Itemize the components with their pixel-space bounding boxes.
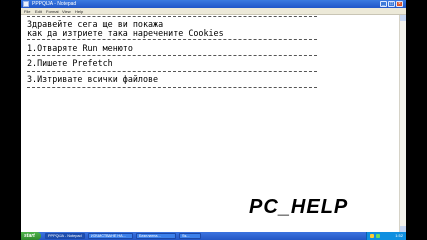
title-bar[interactable]: PPPQIJA - Notepad _ □ ×: [21, 0, 406, 8]
menu-edit[interactable]: Edit: [35, 8, 42, 15]
menu-file[interactable]: File: [24, 8, 30, 15]
scroll-up-arrow-icon[interactable]: [400, 15, 406, 21]
minimize-button[interactable]: _: [380, 1, 387, 7]
menu-view[interactable]: View: [62, 8, 71, 15]
notepad-app-icon: [23, 1, 29, 7]
separator-line: [27, 55, 317, 56]
system-tray: 1:52: [366, 232, 406, 240]
text-line-4: 2.Пишете Prefetch: [27, 58, 113, 68]
separator-line: [27, 71, 317, 72]
notepad-window: PPPQIJA - Notepad _ □ × File Edit Format…: [21, 0, 406, 232]
taskbar: start PPPQIJA - Notepad ИЗЧИСТВАНЕ НА...…: [21, 232, 406, 240]
taskbar-button-browser[interactable]: ИЗЧИСТВАНЕ НА...: [88, 233, 133, 239]
menu-bar: File Edit Format View Help: [21, 8, 406, 15]
separator-line: [27, 87, 317, 88]
vertical-scrollbar[interactable]: [399, 15, 406, 232]
desktop-screen: PPPQIJA - Notepad _ □ × File Edit Format…: [21, 0, 406, 240]
menu-format[interactable]: Format: [46, 8, 59, 15]
taskbar-button-window[interactable]: Безплатна...: [136, 233, 176, 239]
text-line-3: 1.Отваряте Run менюто: [27, 43, 133, 53]
taskbar-button-notepad[interactable]: PPPQIJA - Notepad: [45, 233, 85, 239]
tray-clock: 1:52: [395, 233, 403, 238]
maximize-button[interactable]: □: [388, 1, 395, 7]
window-title: PPPQIJA - Notepad: [32, 1, 77, 7]
tray-network-icon[interactable]: [376, 234, 380, 238]
pc-help-watermark: PC_HELP: [249, 196, 349, 218]
text-line-5: 3.Изтривате всички файлове: [27, 74, 159, 84]
start-button[interactable]: start: [21, 232, 41, 240]
menu-help[interactable]: Help: [75, 8, 83, 15]
separator-line: [27, 16, 317, 17]
text-line-2: как да изтриете така наречените Cookies: [27, 28, 224, 38]
tray-volume-icon[interactable]: [370, 234, 374, 238]
separator-line: [27, 39, 317, 40]
close-button[interactable]: ×: [396, 1, 403, 7]
taskbar-button-extra[interactable]: Ss...: [179, 233, 201, 239]
